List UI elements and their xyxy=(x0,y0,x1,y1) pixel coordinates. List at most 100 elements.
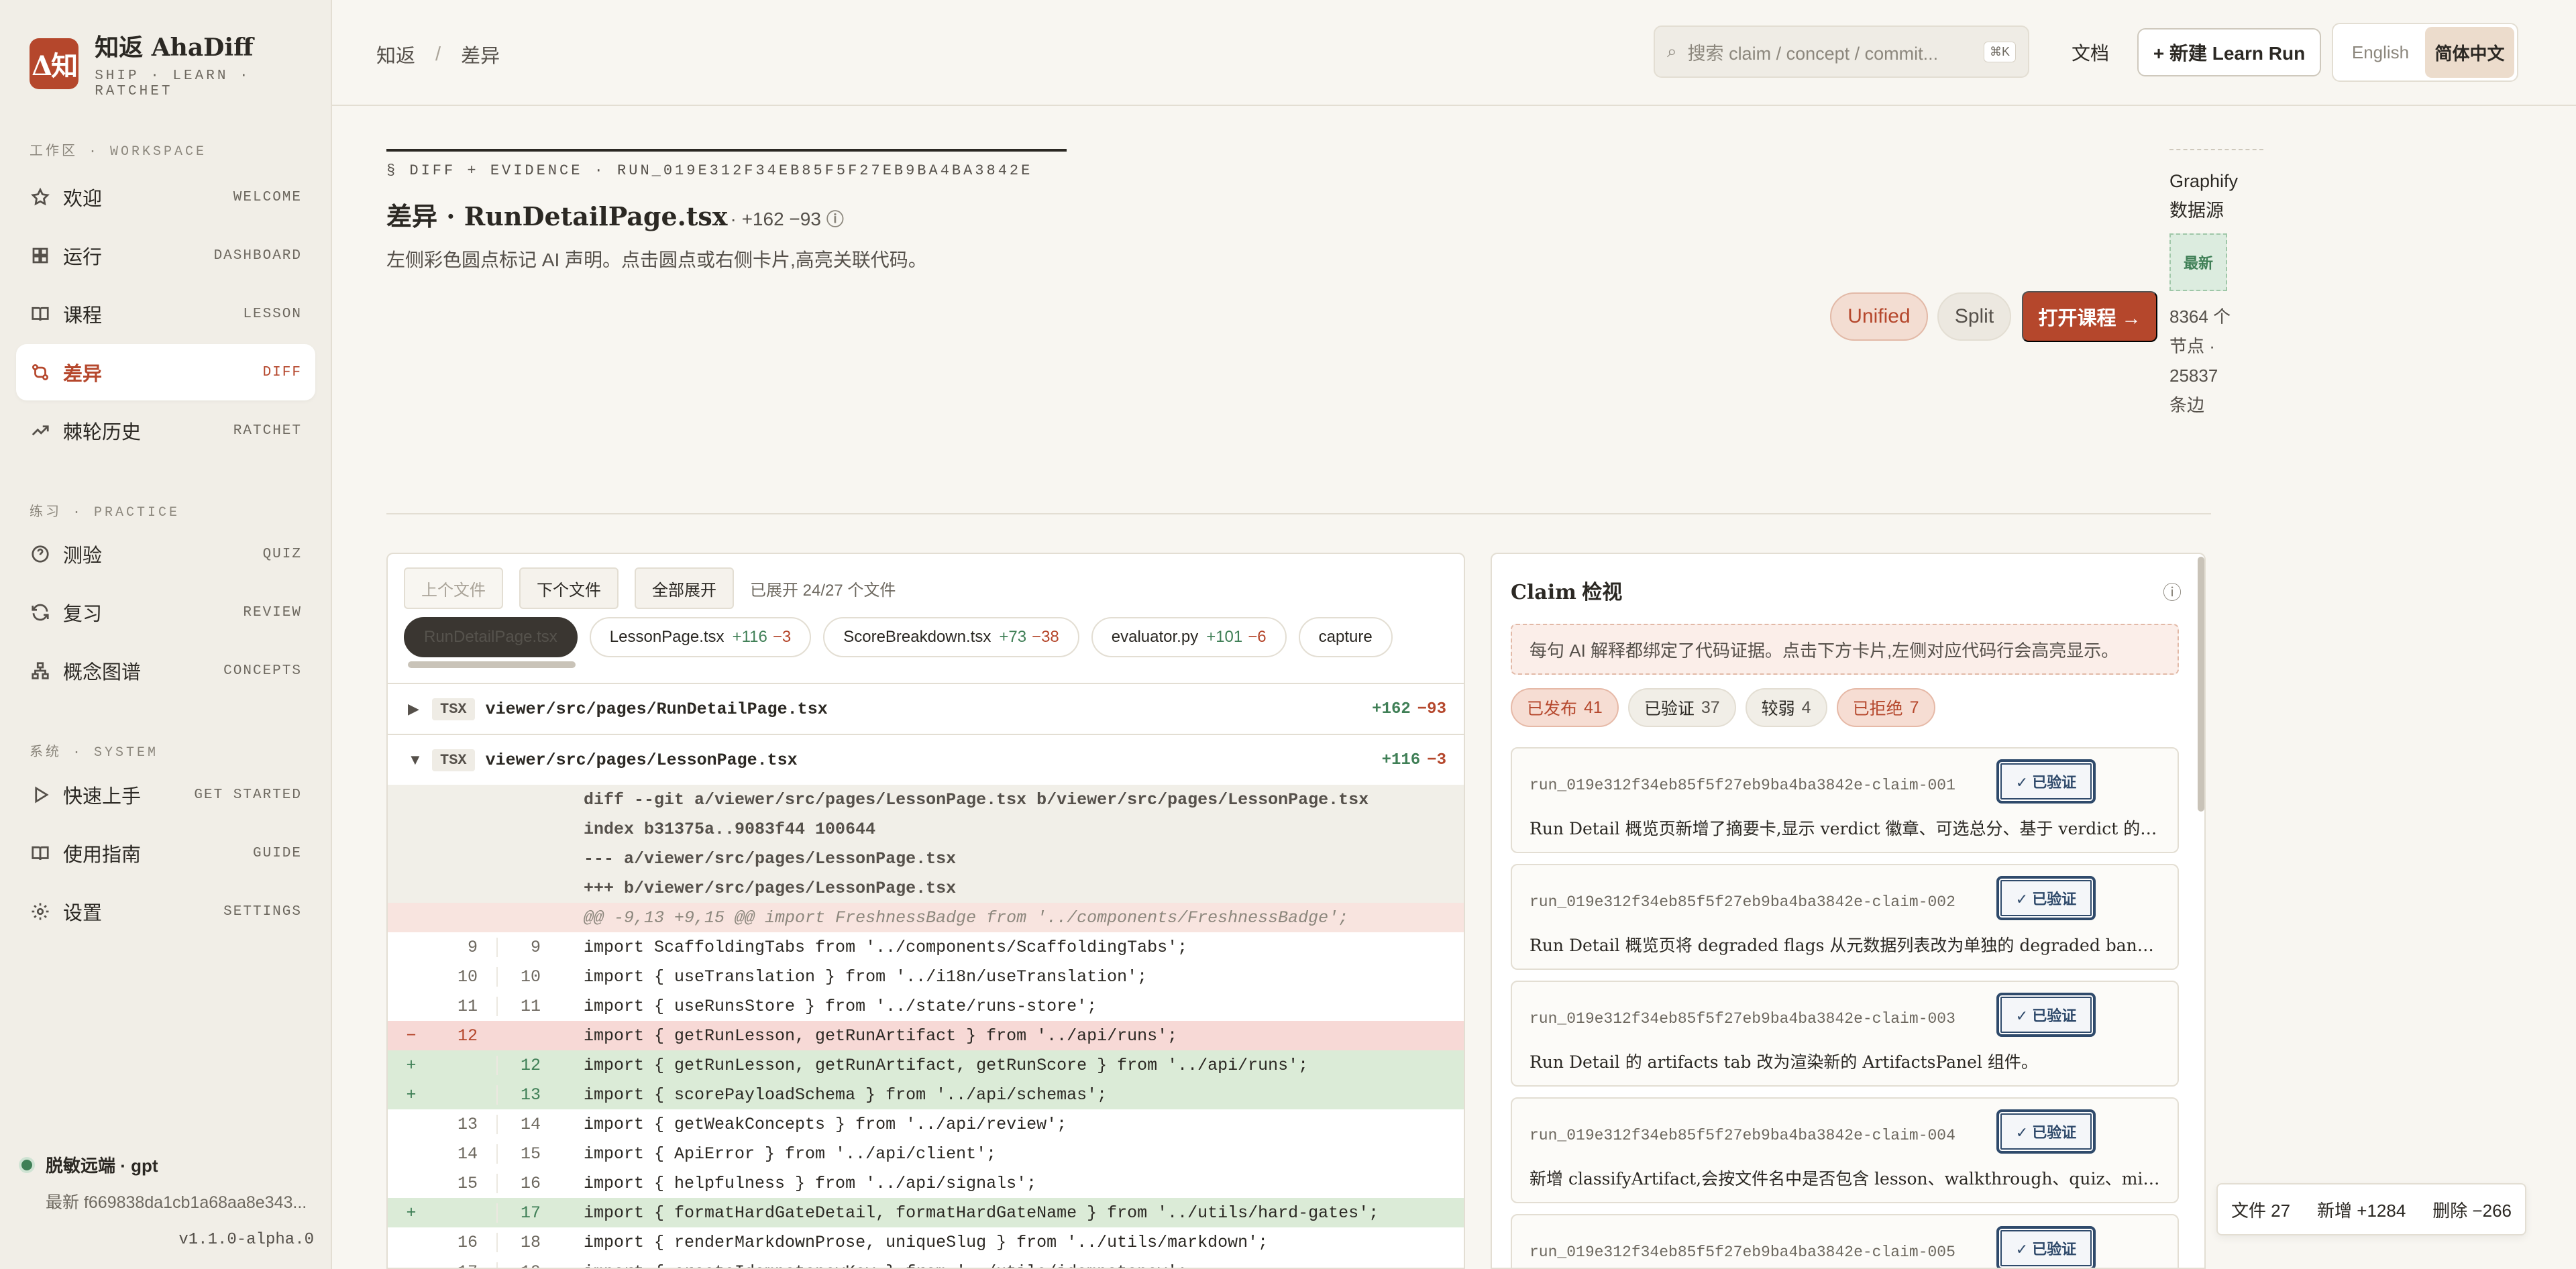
sidebar-item-ratchet[interactable]: 棘轮历史 RATCHET xyxy=(16,402,315,459)
section-practice: 练习 · PRACTICE xyxy=(30,505,180,520)
search-input[interactable]: ⌕ 搜索 claim / concept / commit... ⌘K xyxy=(1654,25,2029,78)
diff-line[interactable]: +17 import { formatHardGateDetail, format… xyxy=(388,1198,1464,1227)
next-file-button[interactable]: 下个文件 xyxy=(519,567,619,609)
brand[interactable]: Δ知 知返 AhaDiff SHIP · LEARN · RATCHET xyxy=(30,28,331,99)
new-line-number: 9 xyxy=(496,937,559,957)
view-split-button[interactable]: Split xyxy=(1937,292,2011,341)
filter-rejected[interactable]: 已拒绝 7 xyxy=(1836,688,1935,727)
remote-status: 脱敏远端 · gpt xyxy=(19,1152,314,1177)
claim-card[interactable]: run_019e312f34eb85f5f27eb9ba4ba3842e-cla… xyxy=(1511,1214,2179,1268)
sidebar-footer: 脱敏远端 · gpt 最新 f669838da1cb1a68aa8e343...… xyxy=(19,1152,314,1249)
sidebar-item-lesson[interactable]: 课程 LESSON xyxy=(16,286,315,342)
info-icon[interactable]: ⓘ xyxy=(826,206,844,231)
claim-notice: 每句 AI 解释都绑定了代码证据。点击下方卡片,左侧对应代码行会高亮显示。 xyxy=(1511,624,2179,675)
diff-line[interactable]: --- a/viewer/src/pages/LessonPage.tsx xyxy=(388,844,1464,873)
docs-link[interactable]: 文档 xyxy=(2072,39,2109,66)
page-eyebrow: § DIFF + EVIDENCE · RUN_019E312F34EB85F5… xyxy=(386,162,1033,179)
file-header-lessonpage[interactable]: ▼ TSX viewer/src/pages/LessonPage.tsx +1… xyxy=(388,734,1464,785)
diff-line[interactable]: 1719import { createIdempotencyKey } from… xyxy=(388,1257,1464,1268)
file-tab-name: evaluator.py xyxy=(1111,628,1199,646)
diff-line[interactable]: − 12 import { getRunLesson, getRunArtifact… xyxy=(388,1021,1464,1050)
file-header-rundetailpage[interactable]: ▶ TSX viewer/src/pages/RunDetailPage.tsx… xyxy=(388,683,1464,734)
summary-deleted: 删除 −266 xyxy=(2432,1200,2512,1221)
search-shortcut: ⌘K xyxy=(1983,41,2016,62)
language-english[interactable]: English xyxy=(2336,27,2425,78)
diff-line[interactable]: 9 9 import ScaffoldingTabs from '../compon… xyxy=(388,932,1464,962)
sidebar-item-label: 复习 xyxy=(63,604,103,625)
sidebar-item-diff[interactable]: 差异 DIFF xyxy=(16,344,315,400)
diff-line[interactable]: 13 14 import { getWeakConcepts } from '../… xyxy=(388,1109,1464,1139)
breadcrumb-item-home[interactable]: 知返 xyxy=(376,40,415,68)
filter-verified[interactable]: 已验证 37 xyxy=(1627,688,1736,727)
open-course-button[interactable]: 打开课程 → xyxy=(2022,291,2157,342)
diff-line-code: import { renderMarkdownProse, uniqueSlug… xyxy=(584,1232,1269,1252)
filter-published[interactable]: 已发布 41 xyxy=(1511,688,1619,727)
sidebar-item-label: 课程 xyxy=(63,305,103,327)
sidebar-item-quiz[interactable]: 测验 QUIZ xyxy=(16,526,315,582)
diff-line-sign: + xyxy=(406,1055,417,1075)
diff-line[interactable]: index b31375a..9083f44 100644 xyxy=(388,814,1464,844)
sidebar-item-code: LESSON xyxy=(243,306,302,322)
sidebar-item-review[interactable]: 复习 REVIEW xyxy=(16,584,315,641)
diff-line-sign: + xyxy=(406,1203,417,1223)
diff-line[interactable]: diff --git a/viewer/src/pages/LessonPage… xyxy=(388,785,1464,814)
collapse-caret-icon[interactable]: ▶ xyxy=(408,700,432,718)
expand-all-button[interactable]: 全部展开 xyxy=(635,567,734,609)
file-tab-evaluator[interactable]: evaluator.py +101 −6 xyxy=(1091,617,1287,657)
file-tab-capture[interactable]: capture xyxy=(1298,617,1393,657)
file-tab-name: LessonPage.tsx xyxy=(609,628,724,646)
claim-card[interactable]: run_019e312f34eb85f5f27eb9ba4ba3842e-cla… xyxy=(1511,1097,2179,1203)
info-icon[interactable]: ⓘ xyxy=(2163,578,2182,605)
diff-summary: 文件 27 新增 +1284 删除 −266 xyxy=(2216,1183,2526,1235)
diff-line[interactable]: +12 import { getRunLesson, getRunArtifact… xyxy=(388,1050,1464,1080)
diff-line-code: import { getRunLesson, getRunArtifact, g… xyxy=(584,1055,1309,1075)
new-line-number: 17 xyxy=(496,1203,559,1223)
diff-line[interactable]: 14 15 import { ApiError } from '../api/cli… xyxy=(388,1139,1464,1168)
diff-line[interactable]: +++ b/viewer/src/pages/LessonPage.tsx xyxy=(388,873,1464,903)
diff-line-code: @@ -9,13 +9,15 @@ import FreshnessBadge … xyxy=(584,907,1349,928)
file-tab-scorebreakdown[interactable]: ScoreBreakdown.tsx +73 −38 xyxy=(823,617,1079,657)
claim-title-en: Claim xyxy=(1511,581,1576,604)
diff-line-code: import { useTranslation } from '../i18n/… xyxy=(584,967,1148,987)
sidebar-item-get-started[interactable]: 快速上手 GET STARTED xyxy=(16,767,315,823)
diff-line-code: import { ApiError } from '../api/client'… xyxy=(584,1144,997,1164)
view-unified-button[interactable]: Unified xyxy=(1830,292,1928,341)
language-chinese[interactable]: 简体中文 xyxy=(2425,27,2514,78)
tabs-scrollbar[interactable] xyxy=(408,661,576,668)
diff-line[interactable]: +13 import { scorePayloadSchema } from '.… xyxy=(388,1080,1464,1109)
graphify-stat-line: 条边 xyxy=(2169,395,2205,415)
sidebar-item-welcome[interactable]: 欢迎 WELCOME xyxy=(16,169,315,225)
sidebar-item-settings[interactable]: 设置 SETTINGS xyxy=(16,883,315,940)
new-learn-run-button[interactable]: + 新建 Learn Run xyxy=(2137,28,2321,76)
trend-icon xyxy=(30,420,51,441)
claim-panel: Claim 检视 ⓘ 每句 AI 解释都绑定了代码证据。点击下方卡片,左侧对应代… xyxy=(1491,553,2206,1269)
claim-text: Run Detail 的 artifacts tab 改为渲染新的 Artifa… xyxy=(1529,1052,2038,1072)
diff-line[interactable]: 10 10 import { useTranslation } from '../i… xyxy=(388,962,1464,991)
prev-file-button[interactable]: 上个文件 xyxy=(404,567,503,609)
expand-caret-icon[interactable]: ▼ xyxy=(408,751,432,769)
diff-line[interactable]: 16 18 import { renderMarkdownProse, unique… xyxy=(388,1227,1464,1257)
file-tab-lessonpage[interactable]: LessonPage.tsx +116 −3 xyxy=(589,617,812,657)
sidebar-item-guide[interactable]: 使用指南 GUIDE xyxy=(16,825,315,881)
claim-card[interactable]: run_019e312f34eb85f5f27eb9ba4ba3842e-cla… xyxy=(1511,981,2179,1087)
section-divider xyxy=(386,513,2211,514)
file-path: viewer/src/pages/LessonPage.tsx xyxy=(485,750,798,770)
claim-card[interactable]: run_019e312f34eb85f5f27eb9ba4ba3842e-cla… xyxy=(1511,747,2179,853)
file-tab-name: capture xyxy=(1318,628,1373,646)
diff-line[interactable]: 15 16 import { helpfulness } from '../api/… xyxy=(388,1168,1464,1198)
search-placeholder: 搜索 claim / concept / commit... xyxy=(1687,43,1939,64)
file-tabs: RunDetailPage.tsx LessonPage.tsx +116 −3… xyxy=(404,617,1393,657)
claim-card[interactable]: run_019e312f34eb85f5f27eb9ba4ba3842e-cla… xyxy=(1511,864,2179,970)
sidebar-item-concepts[interactable]: 概念图谱 CONCEPTS xyxy=(16,643,315,699)
claim-scrollbar[interactable] xyxy=(2198,557,2204,812)
freshness-badge: 最新 xyxy=(2169,233,2227,291)
filter-weak[interactable]: 较弱 4 xyxy=(1745,688,1827,727)
file-tab-deletions: −38 xyxy=(1032,628,1059,646)
file-tab-rundetailpage[interactable]: RunDetailPage.tsx xyxy=(404,617,578,657)
sidebar-item-dashboard[interactable]: 运行 DASHBOARD xyxy=(16,227,315,284)
diff-line[interactable]: 11 11 import { useRunsStore } from '../sta… xyxy=(388,991,1464,1021)
file-tab-deletions: −6 xyxy=(1248,628,1267,646)
verified-stamp: ✓ 已验证 xyxy=(1996,759,2096,804)
diff-line[interactable]: @@ -9,13 +9,15 @@ import FreshnessBadge … xyxy=(388,903,1464,932)
filter-label: 已验证 xyxy=(1644,700,1695,718)
